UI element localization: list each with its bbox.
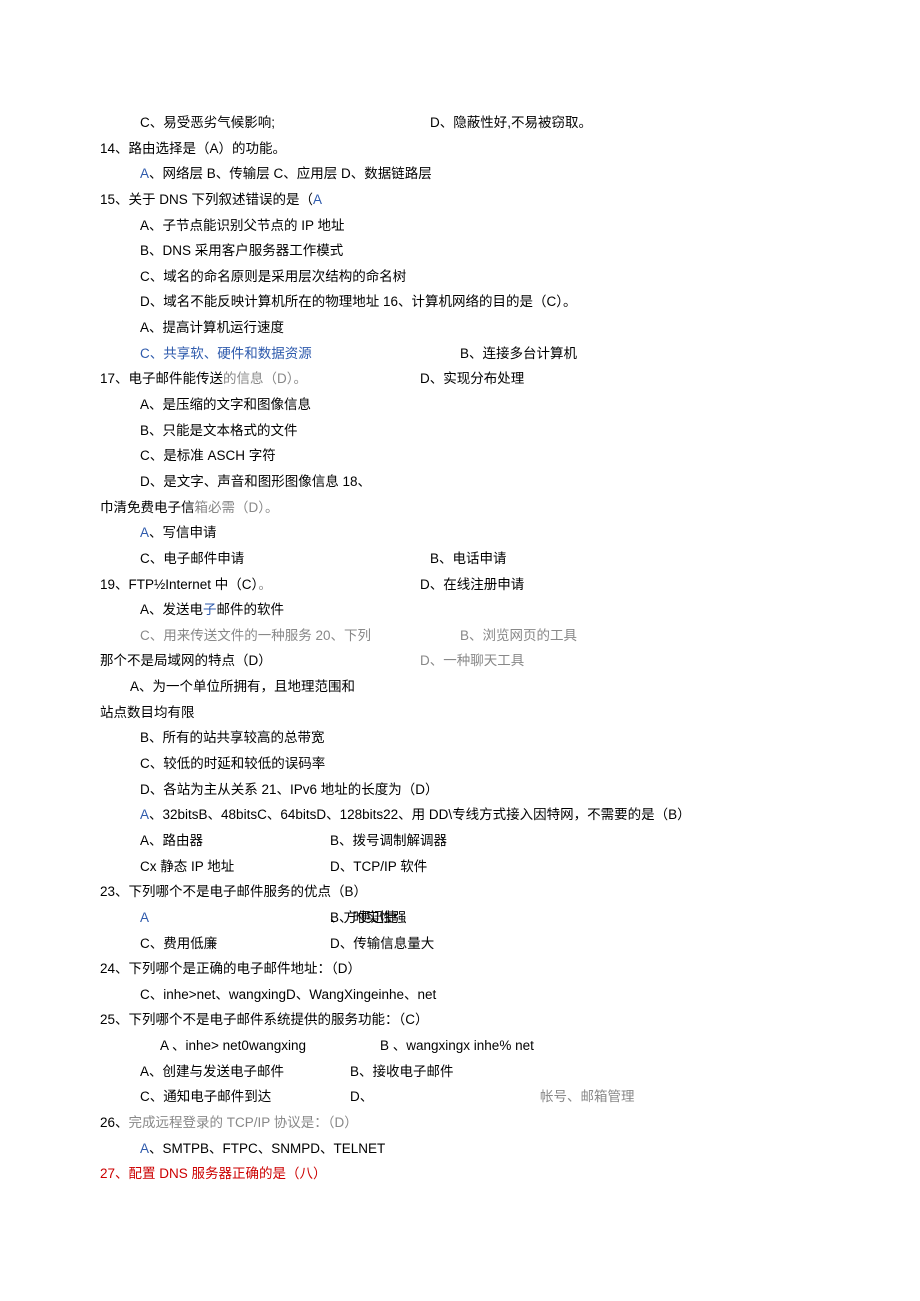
q23b: B、时实性强 (330, 905, 407, 931)
q20b: B、所有的站共享较高的总带宽 (100, 725, 820, 751)
q18d: D、在线注册申请 (420, 572, 820, 598)
q25a: A、创建与发送电子邮件 (140, 1059, 350, 1085)
q15: 15、关于 DNS 下列叙述错误的是（A (100, 187, 820, 213)
q27: 27、配置 DNS 服务器正确的是（八） (100, 1161, 820, 1187)
q20: 那个不是局域网的特点（D） (100, 648, 420, 674)
q25: 25、下列哪个不是电子邮件系统提供的服务功能：（C） (100, 1007, 820, 1033)
q16c: C、共享软、硬件和数据资源 (140, 341, 460, 367)
opt-13d: D、隐蔽性好,不易被窃取。 (430, 110, 820, 136)
q26: 26、完成远程登录的 TCP/IP 协议是：（D） (100, 1110, 820, 1136)
q23c: C、费用低廉 (140, 931, 330, 957)
q18b: B、电话申请 (430, 546, 820, 572)
q25b: B、接收电子邮件 (350, 1059, 454, 1085)
q17d: D、是文字、声音和图形图像信息 18、 (100, 469, 820, 495)
q17a: A、是压缩的文字和图像信息 (100, 392, 820, 418)
q22cd: Cx 静态 IP 地址 D、TCP/IP 软件 (100, 854, 820, 880)
q22a: A、路由器 (140, 828, 330, 854)
q17c: C、是标准 ASCH 字符 (100, 443, 820, 469)
q15a: A、子节点能识别父节点的 IP 地址 (100, 213, 820, 239)
q23a: A、方便迅捷 (140, 905, 330, 931)
q25ab: A、创建与发送电子邮件 B、接收电子邮件 (100, 1059, 820, 1085)
q14-opts: 、网络层 B、传输层 C、应用层 D、数据链路层 (149, 166, 432, 181)
q25-ab-gray: A 、inhe> net0wangxing B 、wangxingx inhe%… (100, 1033, 820, 1059)
q22c: Cx 静态 IP 地址 (140, 854, 330, 880)
q18a: A、写信申请 (100, 520, 820, 546)
q26a: A、SMTPB、FTPC、SNMPD、TELNET (100, 1136, 820, 1162)
q19-line: 19、FTP½Internet 中（C）。 D、在线注册申请 (100, 572, 820, 598)
q20c: C、较低的时延和较低的误码率 (100, 751, 820, 777)
q24c: C、inhe>net、wangxingD、WangXingeinhe、net (100, 982, 820, 1008)
line-13cd: C、易受恶劣气候影响; D、隐蔽性好,不易被窃取。 (100, 110, 820, 136)
q17: 17、电子邮件能传送的信息（D）。 (100, 366, 420, 392)
q22b: B、拨号调制解调器 (330, 828, 447, 854)
q25c: C、通知电子邮件到达 (140, 1084, 350, 1110)
q23: 23、下列哪个不是电子邮件服务的优点（B） (100, 879, 820, 905)
q15b: B、DNS 采用客户服务器工作模式 (100, 238, 820, 264)
q25cd: C、通知电子邮件到达 D、帐号、邮箱管理 (100, 1084, 820, 1110)
q24: 24、下列哪个是正确的电子邮件地址：（D） (100, 956, 820, 982)
q19d: D、一种聊天工具 (420, 648, 820, 674)
q18: 巾清免费电子信箱必需（D）。 (100, 495, 820, 521)
q19: 19、FTP½Internet 中（C）。 (100, 572, 420, 598)
q15c: C、域名的命名原则是采用层次结构的命名树 (100, 264, 820, 290)
q16cb: C、共享软、硬件和数据资源 B、连接多台计算机 (100, 341, 820, 367)
q20a1: A、为一个单位所拥有，且地理范围和 (100, 674, 820, 700)
q21a: A、32bitsB、48bitsC、64bitsD、128bits22、用 DD… (100, 802, 820, 828)
q17b: B、只能是文本格式的文件 (100, 418, 820, 444)
q23d: D、传输信息量大 (330, 931, 434, 957)
q14: 14、路由选择是（A）的功能。 (100, 136, 820, 162)
q22d: D、TCP/IP 软件 (330, 854, 427, 880)
q20-line: 那个不是局域网的特点（D） D、一种聊天工具 (100, 648, 820, 674)
q25ab2: B 、wangxingx inhe% net (380, 1033, 534, 1059)
q18c: C、电子邮件申请 (140, 546, 430, 572)
q23cd: C、费用低廉 D、传输信息量大 (100, 931, 820, 957)
q19c: C、用来传送文件的一种服务 20、下列 (140, 623, 460, 649)
q25d: D、帐号、邮箱管理 (350, 1084, 635, 1110)
q15d: D、域名不能反映计算机所在的物理地址 16、计算机网络的目的是（C）。 (100, 289, 820, 315)
q16d: D、实现分布处理 (420, 366, 820, 392)
q19cb: C、用来传送文件的一种服务 20、下列 B、浏览网页的工具 (100, 623, 820, 649)
opt-13c: C、易受恶劣气候影响; (140, 110, 430, 136)
q18cb: C、电子邮件申请 B、电话申请 (100, 546, 820, 572)
document-page: C、易受恶劣气候影响; D、隐蔽性好,不易被窃取。 14、路由选择是（A）的功能… (0, 0, 920, 1301)
q20d: D、各站为主从关系 21、IPv6 地址的长度为（D） (100, 777, 820, 803)
q16a: A、提高计算机运行速度 (100, 315, 820, 341)
q19b: B、浏览网页的工具 (460, 623, 820, 649)
q19a: A、发送电子邮件的软件 (100, 597, 820, 623)
q16b: B、连接多台计算机 (460, 341, 820, 367)
q14-italic-a: A (140, 166, 149, 181)
q25ab1: A 、inhe> net0wangxing (160, 1033, 380, 1059)
q23ab: A、方便迅捷 B、时实性强 (100, 905, 820, 931)
q20a2: 站点数目均有限 (100, 700, 820, 726)
q22ab: A、路由器 B、拨号调制解调器 (100, 828, 820, 854)
q17-line: 17、电子邮件能传送的信息（D）。 D、实现分布处理 (100, 366, 820, 392)
